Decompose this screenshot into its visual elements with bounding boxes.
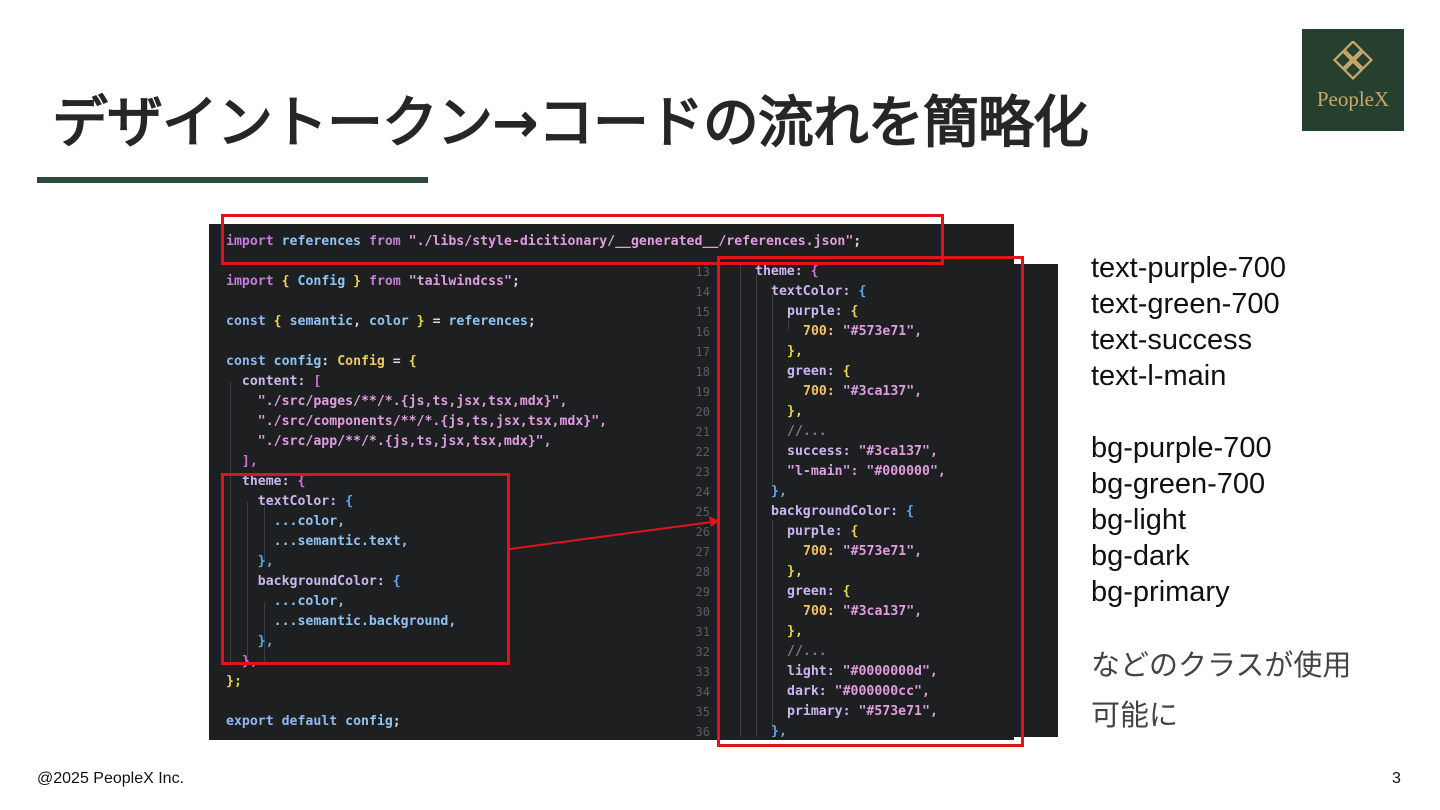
- page-number: 3: [1392, 770, 1401, 787]
- class-item: text-green-700: [1091, 288, 1280, 320]
- class-item: bg-primary: [1091, 576, 1230, 608]
- class-item: text-success: [1091, 324, 1253, 356]
- text-class-list: text-purple-700 text-green-700 text-succ…: [1091, 250, 1286, 394]
- class-item: bg-dark: [1091, 540, 1190, 572]
- class-item: text-purple-700: [1091, 252, 1287, 284]
- usage-note: などのクラスが使用可能に: [1091, 648, 1352, 732]
- class-item: bg-purple-700: [1091, 432, 1272, 464]
- bg-class-list: bg-purple-700 bg-green-700 bg-light bg-d…: [1091, 430, 1272, 610]
- copyright-footer: @2025 PeopleX Inc.: [37, 770, 185, 787]
- class-item: bg-light: [1091, 504, 1187, 536]
- class-item: text-l-main: [1091, 360, 1227, 392]
- class-item: bg-green-700: [1091, 468, 1266, 500]
